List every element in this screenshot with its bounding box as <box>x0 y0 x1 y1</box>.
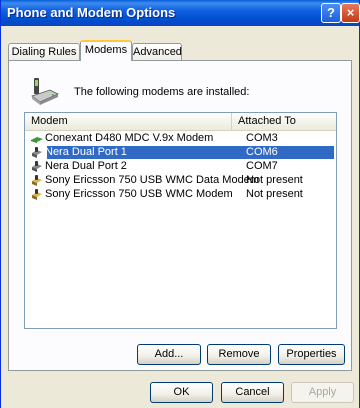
tab-dialing-rules[interactable]: Dialing Rules <box>8 43 80 61</box>
phone-modem-icon <box>31 78 59 105</box>
phone-modem-icon <box>32 147 42 158</box>
list-item-selected[interactable]: Nera Dual Port 1 COM6 <box>27 146 334 159</box>
modem-port: COM6 <box>246 146 278 158</box>
tab-advanced[interactable]: Advanced <box>132 43 182 61</box>
list-item[interactable]: Conexant D480 MDC V.9x Modem COM3 <box>27 132 334 145</box>
column-header-attached-to[interactable]: Attached To <box>232 113 336 130</box>
apply-button[interactable]: Apply <box>291 382 354 403</box>
add-button[interactable]: Add... <box>137 344 201 365</box>
list-header: Modem Attached To <box>25 113 336 131</box>
modem-port: COM3 <box>246 132 278 144</box>
modem-name: Sony Ericsson 750 USB WMC Modem <box>45 188 233 200</box>
modem-port: COM7 <box>246 160 278 172</box>
tab-modems[interactable]: Modems <box>80 40 132 61</box>
window-title: Phone and Modem Options <box>7 5 176 20</box>
modem-port: Not present <box>246 174 303 186</box>
phone-modem-icon <box>32 189 42 200</box>
column-header-modem[interactable]: Modem <box>25 113 232 130</box>
close-icon: × <box>346 5 355 20</box>
list-item[interactable]: Sony Ericsson 750 USB WMC Data Modem Not… <box>27 174 334 187</box>
help-icon: ? <box>327 5 335 20</box>
list-item[interactable]: Nera Dual Port 2 COM7 <box>27 160 334 173</box>
intro-text: The following modems are installed: <box>74 86 250 98</box>
title-bar[interactable]: Phone and Modem Options ? × <box>1 0 360 26</box>
phone-modem-options-window: Phone and Modem Options ? × Dialing Rule… <box>0 0 360 408</box>
modem-name: Sony Ericsson 750 USB WMC Data Modem <box>45 174 259 186</box>
remove-button[interactable]: Remove <box>207 344 271 365</box>
phone-modem-icon <box>32 175 42 186</box>
phone-modem-icon <box>32 161 42 172</box>
modem-name: Nera Dual Port 2 <box>45 160 127 172</box>
modem-name: Conexant D480 MDC V.9x Modem <box>45 132 214 144</box>
properties-button[interactable]: Properties <box>278 344 345 365</box>
ok-button[interactable]: OK <box>150 382 213 403</box>
help-button[interactable]: ? <box>321 3 341 23</box>
modem-icon <box>31 137 43 143</box>
close-button[interactable]: × <box>341 3 360 23</box>
modem-port: Not present <box>246 188 303 200</box>
modem-name: Nera Dual Port 1 <box>45 146 127 158</box>
modems-list[interactable]: Modem Attached To Conexant D480 MDC V.9x… <box>24 112 337 329</box>
cancel-button[interactable]: Cancel <box>221 382 284 403</box>
list-item[interactable]: Sony Ericsson 750 USB WMC Modem Not pres… <box>27 188 334 201</box>
